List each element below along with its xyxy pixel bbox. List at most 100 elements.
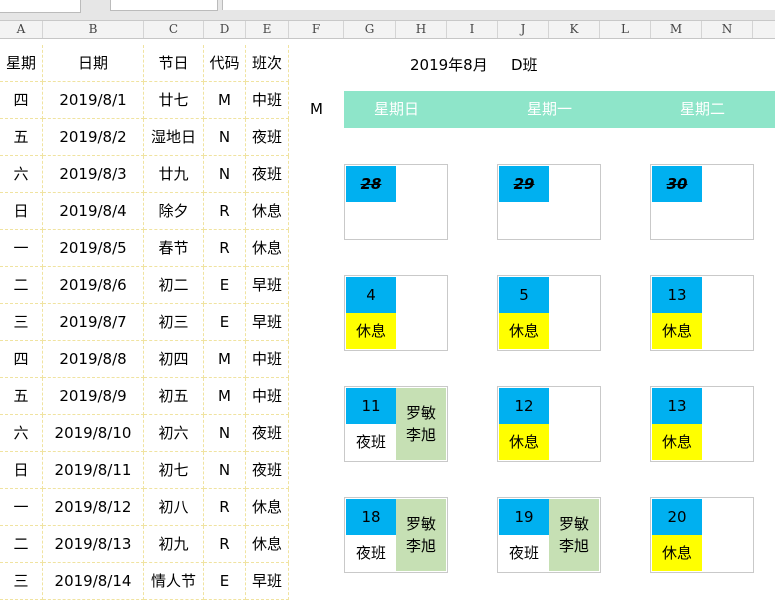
festival-cell[interactable]: 情人节	[144, 563, 204, 600]
calendar-day-cell[interactable]: 11 夜班 罗敏 李旭	[344, 386, 448, 462]
calendar-code-label[interactable]: M	[310, 100, 323, 118]
shift-cell[interactable]: 中班	[246, 341, 289, 378]
festival-cell[interactable]: 初九	[144, 526, 204, 563]
weekday-cell[interactable]: 日	[0, 193, 43, 230]
code-cell[interactable]: M	[204, 378, 246, 415]
festival-cell[interactable]: 初二	[144, 267, 204, 304]
code-cell[interactable]: R	[204, 193, 246, 230]
weekday-cell[interactable]: 六	[0, 415, 43, 452]
col-header-m[interactable]: M	[651, 21, 702, 38]
weekday-cell[interactable]: 六	[0, 156, 43, 193]
weekday-cell[interactable]: 二	[0, 267, 43, 304]
code-cell[interactable]: M	[204, 82, 246, 119]
date-cell[interactable]: 2019/8/1	[43, 82, 144, 119]
calendar-day-cell[interactable]: 5 休息	[497, 275, 601, 351]
shift-cell[interactable]: 夜班	[246, 452, 289, 489]
shift-cell[interactable]: 夜班	[246, 415, 289, 452]
shift-cell[interactable]: 中班	[246, 378, 289, 415]
calendar-day-cell[interactable]: 18 夜班 罗敏 李旭	[344, 497, 448, 573]
date-cell[interactable]: 2019/8/2	[43, 119, 144, 156]
weekday-cell[interactable]: 三	[0, 304, 43, 341]
calendar-day-cell[interactable]: 4 休息	[344, 275, 448, 351]
weekday-cell[interactable]: 四	[0, 341, 43, 378]
weekday-cell[interactable]: 一	[0, 489, 43, 526]
date-cell[interactable]: 2019/8/5	[43, 230, 144, 267]
code-cell[interactable]: N	[204, 415, 246, 452]
shift-cell[interactable]: 休息	[246, 193, 289, 230]
shift-cell[interactable]: 夜班	[246, 119, 289, 156]
col-header-l[interactable]: L	[600, 21, 651, 38]
col-header-k[interactable]: K	[549, 21, 600, 38]
festival-cell[interactable]: 初五	[144, 378, 204, 415]
festival-cell[interactable]: 初八	[144, 489, 204, 526]
festival-cell[interactable]: 初六	[144, 415, 204, 452]
name-box[interactable]	[0, 0, 81, 13]
code-cell[interactable]: E	[204, 304, 246, 341]
calendar-day-cell[interactable]: 13 休息	[650, 275, 754, 351]
code-cell[interactable]: N	[204, 119, 246, 156]
weekday-cell[interactable]: 一	[0, 230, 43, 267]
festival-cell[interactable]: 初三	[144, 304, 204, 341]
calendar-day-cell[interactable]: 28	[344, 164, 448, 240]
weekday-cell[interactable]: 四	[0, 82, 43, 119]
calendar-class-name[interactable]: D班	[511, 54, 538, 75]
col-header-d[interactable]: D	[204, 21, 246, 38]
header-date[interactable]: 日期	[43, 45, 144, 82]
date-cell[interactable]: 2019/8/9	[43, 378, 144, 415]
code-cell[interactable]: R	[204, 489, 246, 526]
festival-cell[interactable]: 湿地日	[144, 119, 204, 156]
calendar-year-month[interactable]: 2019年8月	[410, 54, 488, 75]
header-code[interactable]: 代码	[204, 45, 246, 82]
shift-cell[interactable]: 早班	[246, 267, 289, 304]
date-cell[interactable]: 2019/8/11	[43, 452, 144, 489]
header-shift[interactable]: 班次	[246, 45, 289, 82]
weekday-cell[interactable]: 五	[0, 378, 43, 415]
weekday-cell[interactable]: 三	[0, 563, 43, 600]
col-header-n[interactable]: N	[702, 21, 753, 38]
col-header-e[interactable]: E	[246, 21, 289, 38]
shift-cell[interactable]: 早班	[246, 563, 289, 600]
date-cell[interactable]: 2019/8/10	[43, 415, 144, 452]
festival-cell[interactable]: 除夕	[144, 193, 204, 230]
code-cell[interactable]: R	[204, 526, 246, 563]
formula-controls[interactable]	[110, 0, 218, 11]
festival-cell[interactable]: 初四	[144, 341, 204, 378]
festival-cell[interactable]: 初七	[144, 452, 204, 489]
calendar-day-cell[interactable]: 13 休息	[650, 386, 754, 462]
weekday-cell[interactable]: 二	[0, 526, 43, 563]
shift-cell[interactable]: 夜班	[246, 156, 289, 193]
code-cell[interactable]: N	[204, 156, 246, 193]
date-cell[interactable]: 2019/8/6	[43, 267, 144, 304]
festival-cell[interactable]: 廿九	[144, 156, 204, 193]
col-header-h[interactable]: H	[396, 21, 447, 38]
col-header-g[interactable]: G	[344, 21, 396, 38]
code-cell[interactable]: E	[204, 563, 246, 600]
code-cell[interactable]: N	[204, 452, 246, 489]
weekday-sunday[interactable]: 星期日	[374, 91, 419, 128]
header-weekday[interactable]: 星期	[0, 45, 43, 82]
header-festival[interactable]: 节日	[144, 45, 204, 82]
shift-cell[interactable]: 休息	[246, 230, 289, 267]
col-header-b[interactable]: B	[43, 21, 144, 38]
col-header-i[interactable]: I	[447, 21, 498, 38]
calendar-day-cell[interactable]: 19 夜班 罗敏 李旭	[497, 497, 601, 573]
date-cell[interactable]: 2019/8/3	[43, 156, 144, 193]
date-cell[interactable]: 2019/8/8	[43, 341, 144, 378]
col-header-j[interactable]: J	[498, 21, 549, 38]
col-header-a[interactable]: A	[0, 21, 43, 38]
code-cell[interactable]: M	[204, 341, 246, 378]
formula-input[interactable]	[222, 0, 775, 10]
weekday-cell[interactable]: 五	[0, 119, 43, 156]
shift-cell[interactable]: 早班	[246, 304, 289, 341]
date-cell[interactable]: 2019/8/7	[43, 304, 144, 341]
col-header-f[interactable]: F	[289, 21, 344, 38]
shift-cell[interactable]: 休息	[246, 489, 289, 526]
shift-cell[interactable]: 中班	[246, 82, 289, 119]
shift-cell[interactable]: 休息	[246, 526, 289, 563]
festival-cell[interactable]: 春节	[144, 230, 204, 267]
date-cell[interactable]: 2019/8/13	[43, 526, 144, 563]
code-cell[interactable]: R	[204, 230, 246, 267]
weekday-cell[interactable]: 日	[0, 452, 43, 489]
col-header-c[interactable]: C	[144, 21, 204, 38]
festival-cell[interactable]: 廿七	[144, 82, 204, 119]
